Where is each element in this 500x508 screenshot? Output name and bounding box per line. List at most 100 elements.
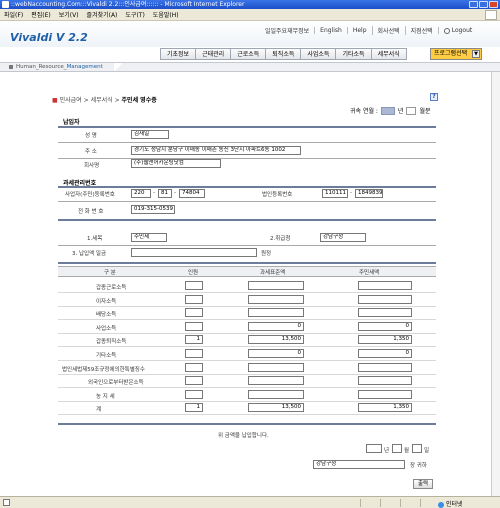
footer-year-field[interactable] xyxy=(366,444,382,453)
payment-statement: 위 금액을 납입합니다. xyxy=(218,433,269,439)
tab-retirement-income[interactable]: 퇴직소득 xyxy=(265,48,301,60)
ie-icon xyxy=(2,1,9,8)
row-label: 기타소득 xyxy=(96,353,117,359)
breadcrumb-root[interactable]: 인사급여 xyxy=(60,97,82,104)
base-field[interactable] xyxy=(248,308,304,317)
phone-field[interactable]: 019-315-0539 xyxy=(131,205,175,214)
tab-attendance[interactable]: 근태관리 xyxy=(195,48,231,60)
footer-day-field[interactable] xyxy=(412,444,422,453)
tax-office-field[interactable]: 강남구청 xyxy=(320,233,366,242)
tax-field[interactable]: 1,350 xyxy=(358,335,412,344)
menu-view[interactable]: 보기(V) xyxy=(55,10,83,19)
link-company-select[interactable]: 회사선택 xyxy=(371,26,405,35)
link-english[interactable]: English xyxy=(314,27,347,34)
base-field[interactable]: 0 xyxy=(248,322,304,331)
breadcrumb-marker-icon: ■ xyxy=(52,97,58,104)
main-nav-tabs: 기초정보 근태관리 근로소득 퇴직소득 사업소득 기타소득 세무서식 xyxy=(160,48,407,60)
due-unit-label: 원정 xyxy=(261,251,272,257)
breadcrumb-mid[interactable]: 세무서식 xyxy=(91,97,113,104)
base-field[interactable]: 13,500 xyxy=(248,403,304,412)
row-label: 이자소득 xyxy=(96,299,117,305)
table-row xyxy=(58,360,436,361)
minimize-button[interactable] xyxy=(469,1,478,8)
count-field[interactable] xyxy=(185,363,203,372)
tax-field[interactable] xyxy=(358,390,412,399)
tax-field[interactable] xyxy=(358,363,412,372)
count-field[interactable]: 1 xyxy=(185,335,203,344)
col-header-tax: 주민세액 xyxy=(359,270,380,276)
company-field[interactable]: (주)웹앤어카운팅닷컴 xyxy=(131,159,221,168)
menu-tools[interactable]: 도구(T) xyxy=(121,10,148,19)
divider xyxy=(58,423,436,425)
tax-item-field[interactable]: 주민세 xyxy=(131,233,167,242)
count-field[interactable] xyxy=(185,322,203,331)
tax-field[interactable] xyxy=(358,281,412,290)
count-field[interactable] xyxy=(185,281,203,290)
count-field[interactable] xyxy=(185,349,203,358)
close-button[interactable] xyxy=(489,1,498,8)
tax-field[interactable] xyxy=(358,295,412,304)
divider xyxy=(58,219,436,221)
recipient-field[interactable]: 강남구청 xyxy=(313,460,405,469)
link-help[interactable]: Help xyxy=(346,27,372,34)
bizno-field-3[interactable]: 74804 xyxy=(179,189,205,198)
menu-help[interactable]: 도움말(H) xyxy=(149,10,183,19)
link-daily-finance[interactable]: 일일주요재무정보 xyxy=(260,26,314,35)
tab-earned-income[interactable]: 근로소득 xyxy=(230,48,266,60)
bizno-field-1[interactable]: 220 xyxy=(131,189,151,198)
corpno-field-2[interactable]: 1849839 xyxy=(355,189,383,198)
count-field[interactable] xyxy=(185,308,203,317)
tab-basic-info[interactable]: 기초정보 xyxy=(160,48,196,60)
base-field[interactable] xyxy=(248,363,304,372)
help-icon[interactable]: ? xyxy=(430,93,438,101)
tab-business-income[interactable]: 사업소득 xyxy=(300,48,336,60)
table-row xyxy=(58,374,436,375)
tax-field[interactable]: 0 xyxy=(358,322,412,331)
menu-favorites[interactable]: 즐겨찾기(A) xyxy=(83,10,122,19)
tax-field[interactable] xyxy=(358,376,412,385)
count-field[interactable] xyxy=(185,295,203,304)
due-amount-label: 3. 납입액 일금 xyxy=(72,251,107,257)
program-select[interactable]: 프로그램선택 ▼ xyxy=(430,48,482,60)
year-input[interactable] xyxy=(380,106,395,115)
divider xyxy=(58,245,436,246)
tax-field[interactable]: 0 xyxy=(358,349,412,358)
vivaldi-logo: Vivaldi V 2.2 xyxy=(10,31,88,44)
divider xyxy=(58,126,436,128)
phone-label: 전 화 번 호 xyxy=(78,209,104,215)
count-field[interactable] xyxy=(185,390,203,399)
recipient-suffix: 장 귀하 xyxy=(410,463,427,469)
divider xyxy=(58,142,436,143)
base-field[interactable] xyxy=(248,376,304,385)
status-bar: 인터넷 xyxy=(0,496,500,508)
base-field[interactable]: 13,500 xyxy=(248,335,304,344)
name-field[interactable]: 김재일 xyxy=(131,130,169,139)
count-field[interactable] xyxy=(185,376,203,385)
base-field[interactable] xyxy=(248,295,304,304)
window-title-bar: ::webNaccounting.Com:::Vivaldi 2.2:::인사급… xyxy=(0,0,500,9)
bizno-field-2[interactable]: 81 xyxy=(158,189,172,198)
divider xyxy=(58,201,436,202)
vertical-scrollbar[interactable] xyxy=(491,72,500,496)
link-branch-select[interactable]: 지점선택 xyxy=(404,26,438,35)
due-amount-field[interactable] xyxy=(131,248,257,257)
menu-file[interactable]: 파일(F) xyxy=(0,10,27,19)
month-input[interactable] xyxy=(406,106,417,115)
corpno-field-1[interactable]: 110111 xyxy=(322,189,348,198)
footer-month-field[interactable] xyxy=(392,444,402,453)
address-field[interactable]: 경기도 성남시 분당구 이매동 이매촌 동신 3단지 아파트6동 1002 xyxy=(131,146,301,155)
base-field[interactable] xyxy=(248,390,304,399)
maximize-button[interactable] xyxy=(479,1,488,8)
base-field[interactable] xyxy=(248,281,304,290)
logout-link[interactable]: Logout xyxy=(437,27,478,34)
base-field[interactable]: 0 xyxy=(248,349,304,358)
tax-field[interactable] xyxy=(358,308,412,317)
tab-tax-forms[interactable]: 세무서식 xyxy=(370,48,407,60)
row-label: 갑종근로소득 xyxy=(96,285,127,291)
tax-field[interactable]: 1,350 xyxy=(358,403,412,412)
breadcrumb: ■ 인사급여 > 세무서식 > 주민세 영수증 xyxy=(52,97,157,104)
print-button[interactable]: 출력 xyxy=(413,479,433,489)
tab-other-income[interactable]: 기타소득 xyxy=(335,48,371,60)
count-field[interactable]: 1 xyxy=(185,403,203,412)
menu-edit[interactable]: 편집(E) xyxy=(27,10,55,19)
